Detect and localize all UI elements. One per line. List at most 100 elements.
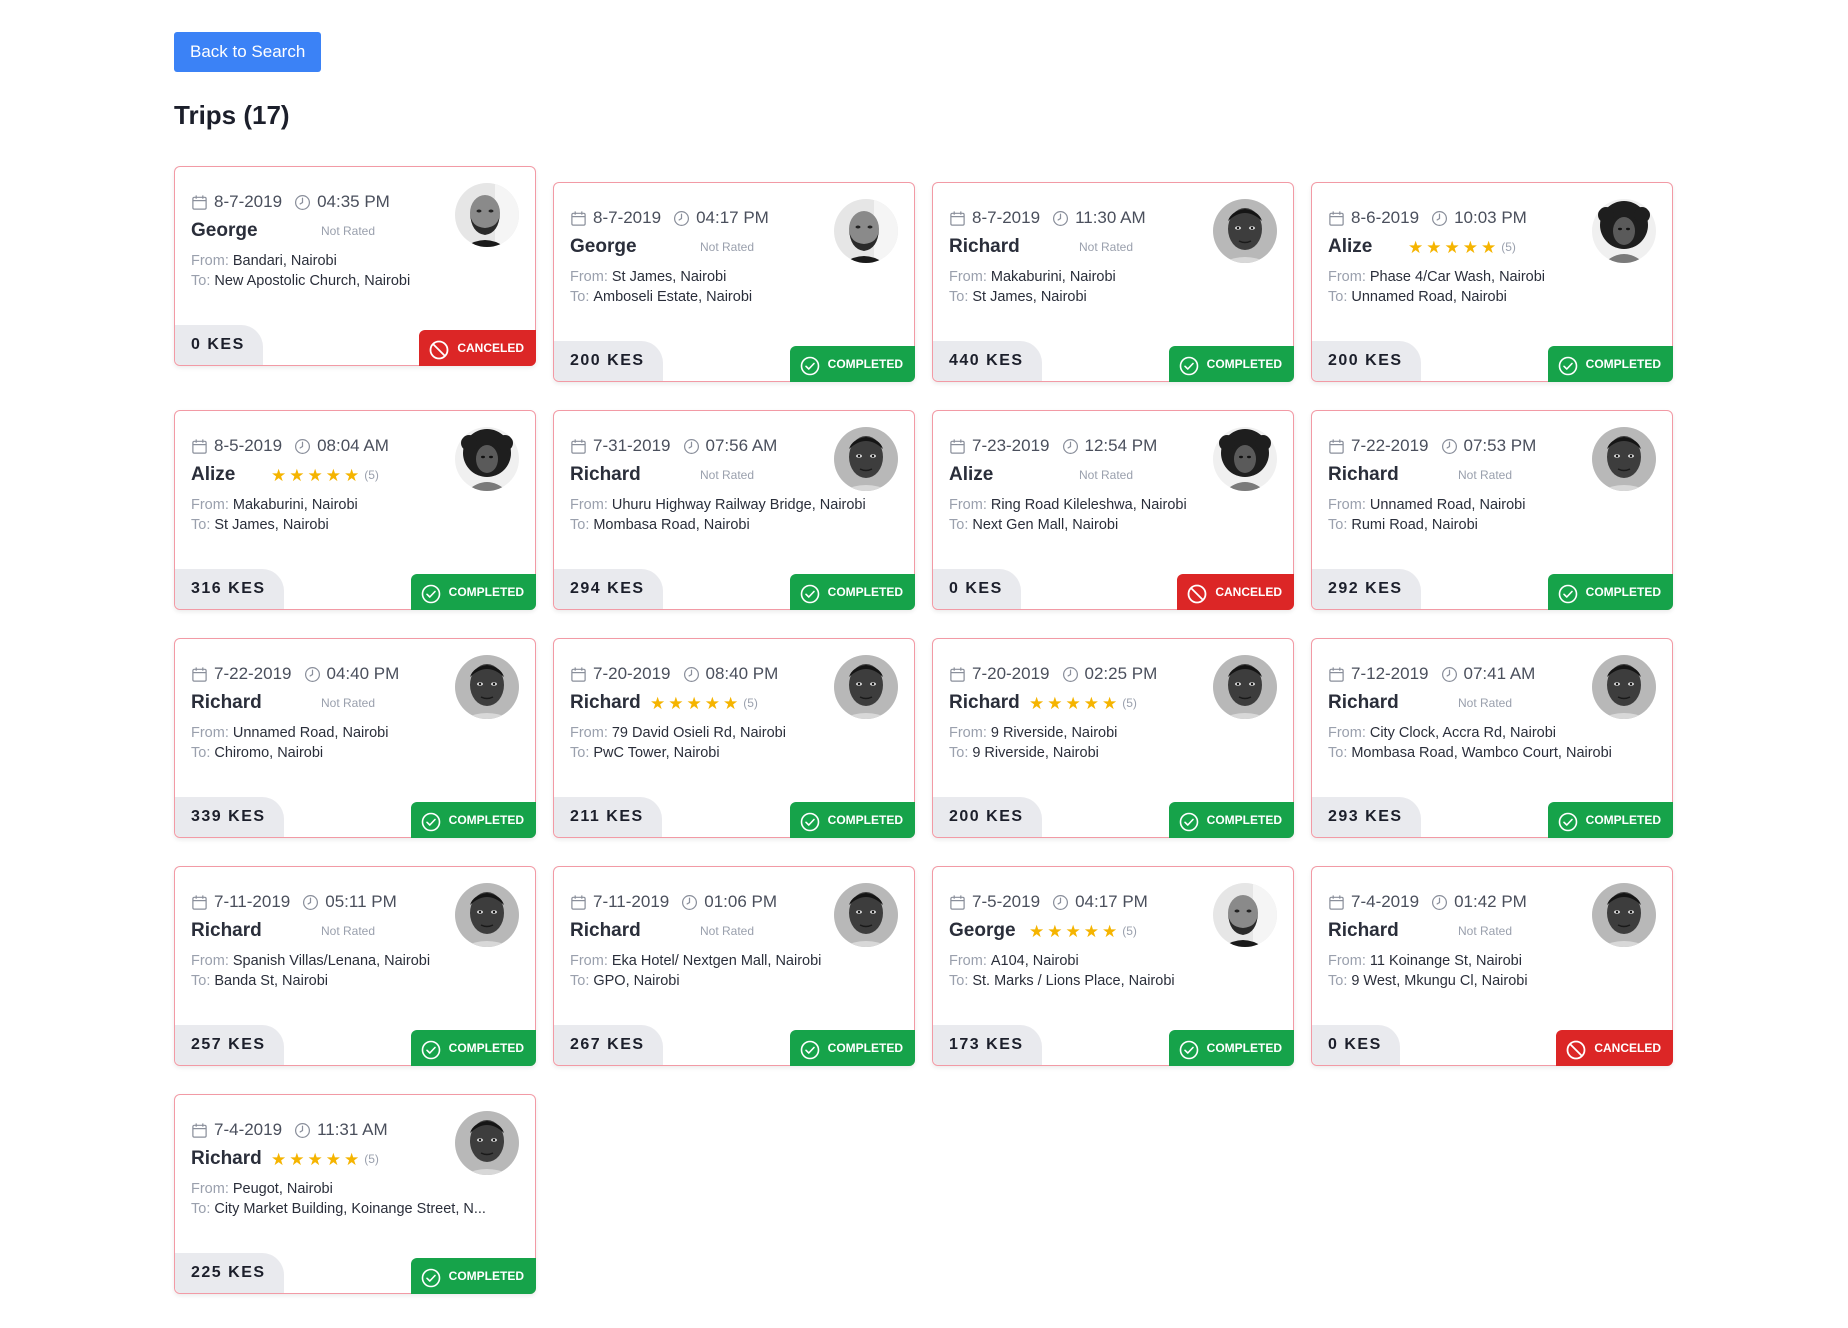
trip-fare: 0 KES [1312,1025,1400,1065]
trip-info: 7-31-2019 07:56 AM Richard Not Rated From: Uh… [570,435,866,535]
clock-icon [1441,438,1458,455]
driver-row: Alize ★ ★ ★ ★ ★ (5) [1328,235,1598,259]
driver-row: George ★ ★ ★ ★ ★ (5) [949,919,1219,943]
trip-time: 07:53 PM [1463,436,1537,455]
trip-card[interactable]: 7-12-2019 07:41 AM Richard Not Rated From: Ci… [1311,638,1673,838]
back-to-search-button[interactable]: Back to Search [174,32,322,72]
trip-card[interactable]: 7-11-2019 01:06 PM Richard Not Rated From: Ek… [553,866,915,1066]
trip-time: 04:35 PM [317,192,390,211]
trip-card[interactable]: 7-20-2019 08:40 PM Richard ★ ★ ★ ★ ★ (5) From: 79 … [553,638,915,838]
star-icon: ★ [1083,921,1099,941]
from-label: From: [191,725,229,741]
star-icon: ★ [1426,237,1442,257]
check-circle-icon [1179,1038,1199,1060]
trip-time: 01:06 PM [704,892,778,911]
trip-card[interactable]: 8-5-2019 08:04 AM Alize ★ ★ ★ ★ ★ (5) From: Makabu… [174,410,536,610]
route-from: From: Peugot, Nairobi [191,1179,461,1199]
calendar-icon [949,894,966,911]
trip-date: 7-23-2019 [972,436,1050,455]
trip-route: From: Bandari, Nairobi To: New Apostolic Ch… [191,251,461,291]
trip-fare: 257 KES [175,1025,284,1065]
clock-icon [673,210,690,227]
calendar-icon [949,666,966,683]
star-icon: ★ [723,693,739,713]
from-label: From: [949,497,987,513]
driver-name: George [570,236,637,257]
driver-name: Richard [1328,464,1399,485]
star-icon: ★ [1462,237,1478,257]
from-address: St James, Nairobi [611,269,727,285]
to-label: To: [1328,289,1348,305]
from-label: From: [570,725,608,741]
trip-datetime: 8-7-2019 04:35 PM [191,191,461,213]
from-address: A104, Nairobi [990,953,1079,969]
trip-card[interactable]: 7-11-2019 05:11 PM Richard Not Rated From: Sp… [174,866,536,1066]
clock-icon [302,894,319,911]
trip-card[interactable]: 7-5-2019 04:17 PM George ★ ★ ★ ★ ★ (5) From: A104,… [932,866,1294,1066]
trip-card[interactable]: 8-7-2019 04:35 PM George Not Rated From: Band… [174,166,536,366]
status-badge: COMPLETED [1168,802,1294,838]
rating-count: (5) [364,468,379,482]
rating-count: (5) [743,696,758,710]
trip-fare: 0 KES [175,325,263,365]
not-rated-label: Not Rated [321,924,376,938]
check-circle-icon [421,810,441,832]
to-label: To: [949,973,969,989]
star-icon: ★ [307,1149,323,1169]
to-label: To: [191,745,211,761]
clock-icon [1052,210,1069,227]
to-address: St James, Nairobi [972,289,1087,305]
trip-card[interactable]: 7-22-2019 07:53 PM Richard Not Rated From: Un… [1311,410,1673,610]
trip-info: 7-20-2019 08:40 PM Richard ★ ★ ★ ★ ★ (5) From: 79 … [570,663,840,763]
trip-route: From: 79 David Osieli Rd, Nairobi To: PwC T… [570,723,840,763]
trip-card[interactable]: 8-6-2019 10:03 PM Alize ★ ★ ★ ★ ★ (5) From: Phase … [1311,182,1673,382]
from-address: 9 Riverside, Nairobi [990,725,1118,741]
trip-card[interactable]: 7-22-2019 04:40 PM Richard Not Rated From: Un… [174,638,536,838]
driver-avatar [1592,655,1656,719]
trip-info: 7-22-2019 07:53 PM Richard Not Rated From: Un… [1328,435,1598,535]
driver-name: Richard [570,920,641,941]
clock-icon [681,894,698,911]
star-icon: ★ [650,693,666,713]
clock-icon [683,666,700,683]
route-from: From: 79 David Osieli Rd, Nairobi [570,723,840,743]
to-address: St. Marks / Lions Place, Nairobi [972,973,1175,989]
trip-card[interactable]: 7-20-2019 02:25 PM Richard ★ ★ ★ ★ ★ (5) From: 9 R… [932,638,1294,838]
trip-info: 7-11-2019 01:06 PM Richard Not Rated From: Ek… [570,891,840,991]
not-rated-label: Not Rated [1458,468,1513,482]
trip-datetime: 7-12-2019 07:41 AM [1328,663,1598,685]
status-label: COMPLETED [1585,357,1661,371]
driver-row: George Not Rated [191,219,461,243]
trip-time: 05:11 PM [325,892,397,911]
trip-card[interactable]: 7-4-2019 11:31 AM Richard ★ ★ ★ ★ ★ (5) From: Peug… [174,1094,536,1294]
trip-card[interactable]: 7-4-2019 01:42 PM Richard Not Rated From: 11 … [1311,866,1673,1066]
star-icon: ★ [1102,693,1118,713]
trip-datetime: 8-6-2019 10:03 PM [1328,207,1598,229]
trip-card[interactable]: 7-31-2019 07:56 AM Richard Not Rated From: Uh… [553,410,915,610]
route-to: To: Unnamed Road, Nairobi [1328,287,1598,307]
trip-card[interactable]: 8-7-2019 04:17 PM George Not Rated From: St J… [553,182,915,382]
trip-card[interactable]: 8-7-2019 11:30 AM Richard Not Rated From: Mak… [932,182,1294,382]
from-address: Makaburini, Nairobi [990,269,1116,285]
trip-card[interactable]: 7-23-2019 12:54 PM Alize Not Rated From: Ring… [932,410,1294,610]
trip-route: From: A104, Nairobi To: St. Marks / Lions P… [949,951,1219,991]
trip-fare: 200 KES [933,797,1042,837]
status-label: COMPLETED [448,585,524,599]
rating-count: (5) [1501,240,1516,254]
star-icon: ★ [325,1149,341,1169]
from-label: From: [949,269,987,285]
status-label: COMPLETED [1585,585,1661,599]
trip-time: 08:40 PM [705,664,779,683]
rating-count: (5) [1122,924,1137,938]
check-circle-icon [421,1038,441,1060]
from-label: From: [949,725,987,741]
calendar-icon [1328,438,1345,455]
calendar-icon [949,210,966,227]
status-label: COMPLETED [1206,1041,1282,1055]
to-label: To: [191,273,211,289]
trip-time: 12:54 PM [1084,436,1158,455]
route-from: From: Unnamed Road, Nairobi [1328,495,1598,515]
check-circle-icon [1558,354,1578,376]
trip-time: 04:40 PM [326,664,400,683]
star-icon: ★ [289,1149,305,1169]
